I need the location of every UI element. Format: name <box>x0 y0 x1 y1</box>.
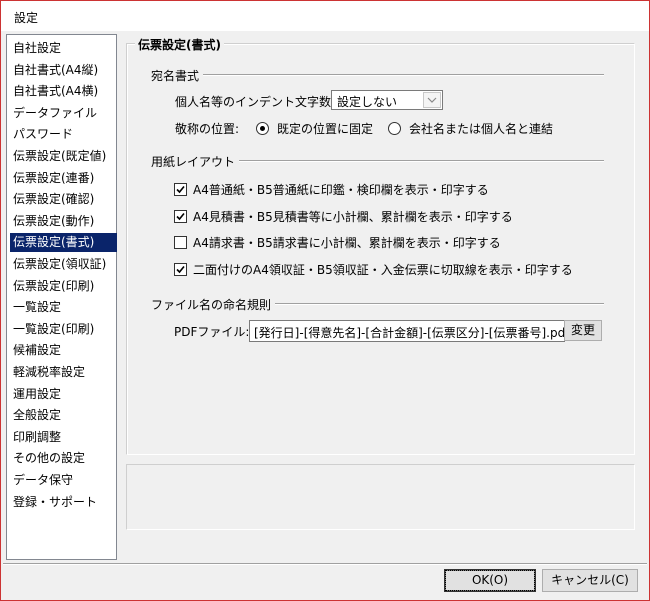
sidebar-item[interactable]: 全般設定 <box>10 406 117 425</box>
honorific-label: 敬称の位置: <box>175 122 240 136</box>
sidebar-item[interactable]: データファイル <box>10 104 117 123</box>
pdf-filename-value: [発行日]-[得意先名]-[合計金額]-[伝票区分]-[伝票番号].pdf <box>254 326 565 340</box>
description-panel <box>126 464 635 530</box>
cancel-button[interactable]: キャンセル(C) <box>542 569 638 592</box>
radio-default-label: 既定の位置に固定 <box>277 122 374 136</box>
settings-dialog: 設定 自社設定 自社書式(A4縦) 自社書式(A4横) データファイル パスワード 伝票設… <box>0 0 650 601</box>
footer-divider <box>3 563 647 565</box>
paper-layout-option-label: 二面付けのA4領収証・B5領収証・入金伝票に切取線を表示・印字する <box>193 263 573 277</box>
address-section-divider <box>151 74 604 76</box>
sidebar-item[interactable]: データ保守 <box>10 471 117 490</box>
sidebar-item[interactable]: 登録・サポート <box>10 493 117 512</box>
paper-layout-option-label: A4請求書・B5請求書に小計欄、累計欄を表示・印字する <box>193 236 501 250</box>
sidebar-item[interactable]: 印刷調整 <box>10 428 117 447</box>
indent-select[interactable]: 設定しない <box>331 90 443 110</box>
paper-layout-option[interactable]: A4見積書・B5見積書等に小計欄、累計欄を表示・印字する <box>174 208 513 225</box>
sidebar-item[interactable]: 伝票設定(書式) <box>10 233 117 253</box>
sidebar-item[interactable]: 軽減税率設定 <box>10 363 117 382</box>
pdf-filename-field[interactable]: [発行日]-[得意先名]-[合計金額]-[伝票区分]-[伝票番号].pdf <box>249 320 565 342</box>
sidebar-item[interactable]: 伝票設定(確認) <box>10 190 117 209</box>
checkbox-unchecked-icon[interactable] <box>174 236 187 249</box>
sidebar-item[interactable]: 自社書式(A4横) <box>10 82 117 101</box>
paper-layout-option[interactable]: A4請求書・B5請求書に小計欄、累計欄を表示・印字する <box>174 234 501 251</box>
settings-category-list[interactable]: 自社設定自社書式(A4縦) 自社書式(A4横) データファイル パスワード伝票設定(既… <box>6 34 117 560</box>
sidebar-item[interactable]: 伝票設定(領収証) <box>10 255 117 274</box>
sidebar-item[interactable]: 伝票設定(動作) <box>10 212 117 231</box>
sidebar-item[interactable]: その他の設定 <box>10 449 117 468</box>
paper-section-label: 用紙レイアウト <box>151 153 240 170</box>
checkbox-checked-icon[interactable] <box>174 263 187 276</box>
ok-button-label: OK(O) <box>445 570 535 591</box>
paper-layout-option[interactable]: 二面付けのA4領収証・B5領収証・入金伝票に切取線を表示・印字する <box>174 261 573 278</box>
change-button-label: 変更 <box>570 323 595 337</box>
sidebar-item[interactable]: 伝票設定(連番) <box>10 169 117 188</box>
paper-layout-option-label: A4普通紙・B5普通紙に印鑑・検印欄を表示・印字する <box>193 183 489 197</box>
ok-button[interactable]: OK(O) <box>444 569 536 592</box>
sidebar-item[interactable]: 一覧設定 <box>10 298 117 317</box>
pdf-filename-label: PDFファイル: <box>174 325 250 339</box>
checkbox-checked-icon[interactable] <box>174 183 187 196</box>
paper-layout-option[interactable]: A4普通紙・B5普通紙に印鑑・検印欄を表示・印字する <box>174 181 489 198</box>
filename-section-label: ファイル名の命名規則 <box>151 296 276 313</box>
sidebar-item[interactable]: 伝票設定(既定値) <box>10 147 117 166</box>
radio-company-label: 会社名または個人名と連結 <box>409 122 554 136</box>
radio-company-linked[interactable]: 会社名または個人名と連結 <box>388 120 553 137</box>
paper-layout-option-label: A4見積書・B5見積書等に小計欄、累計欄を表示・印字する <box>193 210 513 224</box>
radio-default-position[interactable]: 既定の位置に固定 <box>256 120 373 137</box>
sidebar-item[interactable]: 運用設定 <box>10 385 117 404</box>
address-section-label: 宛名書式 <box>151 67 204 84</box>
indent-select-value: 設定しない <box>337 95 398 109</box>
sidebar-item[interactable]: 一覧設定(印刷) <box>10 320 117 339</box>
sidebar-item[interactable]: 自社設定 <box>10 39 117 58</box>
title-bar: 設定 <box>1 1 649 31</box>
checkbox-checked-icon[interactable] <box>174 210 187 223</box>
radio-company-indicator[interactable] <box>388 122 401 135</box>
sidebar-item[interactable]: 伝票設定(印刷) <box>10 277 117 296</box>
sidebar-item[interactable]: 候補設定 <box>10 341 117 360</box>
chevron-down-icon[interactable] <box>423 92 441 108</box>
cancel-button-label: キャンセル(C) <box>551 573 629 587</box>
sidebar-item[interactable]: 自社書式(A4縦) <box>10 61 117 80</box>
sidebar-item[interactable]: パスワード <box>10 125 117 144</box>
change-filename-button[interactable]: 変更 <box>564 320 602 341</box>
window-title: 設定 <box>14 11 39 25</box>
group-title: 伝票設定(書式) <box>135 36 224 53</box>
indent-label: 個人名等のインデント文字数: <box>175 95 336 109</box>
radio-default-indicator[interactable] <box>256 122 269 135</box>
